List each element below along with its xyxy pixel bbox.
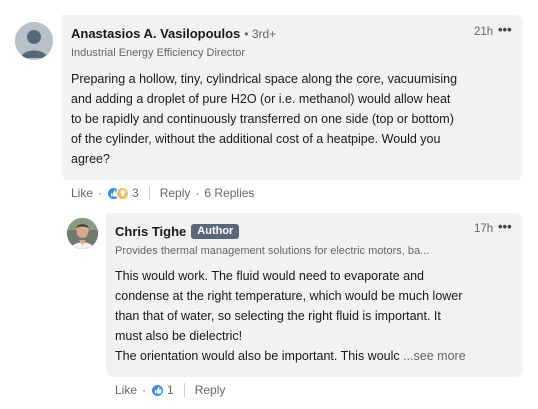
reply-button[interactable]: Reply [160,186,191,200]
see-more-button[interactable]: ...see more [403,349,466,363]
comment-header: Chris Tighe Author [115,224,240,239]
like-reaction-icon [151,383,165,397]
separator-dot: · [142,383,147,397]
comment-text: This would work. The fluid would need to… [115,266,466,366]
comment-text-line: condense at the right temperature, which… [115,289,463,303]
avatar-anastasios[interactable] [15,22,53,60]
view-replies-button[interactable]: 6 Replies [204,186,254,200]
comment-text-line: must also be dielectric! [115,329,243,343]
comment-actions: Like · 3 Reply · 6 Replies [71,186,254,200]
avatar-chris-tighe[interactable] [67,218,98,249]
comment-timestamp: 17h [474,223,494,235]
reaction-count: 1 [167,383,174,397]
comment-text-line: This would work. The fluid would need to… [115,269,424,283]
author-headline: Industrial Energy Efficiency Director [71,47,246,59]
divider [183,383,185,397]
comment-text-truncated: The orientation would also be important.… [115,349,400,363]
more-options-icon[interactable]: ••• [498,22,512,37]
comment-text-line: and adding a droplet of pure H2O (or i.e… [71,92,451,106]
reactions-summary[interactable]: 1 [151,383,174,397]
comment-header: Anastasios A. Vasilopoulos • 3rd+ [71,26,276,41]
insightful-reaction-icon [116,186,130,200]
reactions-summary[interactable]: 3 [107,186,139,200]
reply-bubble: Chris Tighe Author Provides thermal mana… [106,213,523,377]
separator-dot: · [195,186,200,200]
more-options-icon[interactable]: ••• [498,219,512,234]
comment-text-line: to be rapidly and continuously transferr… [71,112,454,126]
comment-text-line: agree? [71,152,110,166]
comment-text-line: of the cylinder, without the additional … [71,132,441,146]
comment-author-name[interactable]: Chris Tighe [115,224,186,239]
default-person-icon [15,22,53,60]
connection-degree: • 3rd+ [244,26,277,41]
comment-author-name[interactable]: Anastasios A. Vasilopoulos [71,26,240,41]
divider [148,186,150,200]
author-badge: Author [191,224,240,239]
separator-dot: · [98,186,103,200]
comment-timestamp: 21h [474,26,494,38]
comment-text-line: Preparing a hollow, tiny, cylindrical sp… [71,72,458,86]
comment-text-line: The orientation would also be important.… [115,346,466,366]
comment-text: Preparing a hollow, tiny, cylindrical sp… [71,69,457,169]
reply-button[interactable]: Reply [195,383,226,397]
like-button[interactable]: Like [71,186,93,200]
comment-text-line: than that of water, so selecting the rig… [115,309,441,323]
comment-bubble: Anastasios A. Vasilopoulos • 3rd+ Indust… [61,15,523,180]
author-headline: Provides thermal management solutions fo… [115,245,430,257]
reply-actions: Like · 1 Reply [115,383,225,397]
like-button[interactable]: Like [115,383,137,397]
profile-photo [67,218,98,249]
reaction-count: 3 [132,186,139,200]
